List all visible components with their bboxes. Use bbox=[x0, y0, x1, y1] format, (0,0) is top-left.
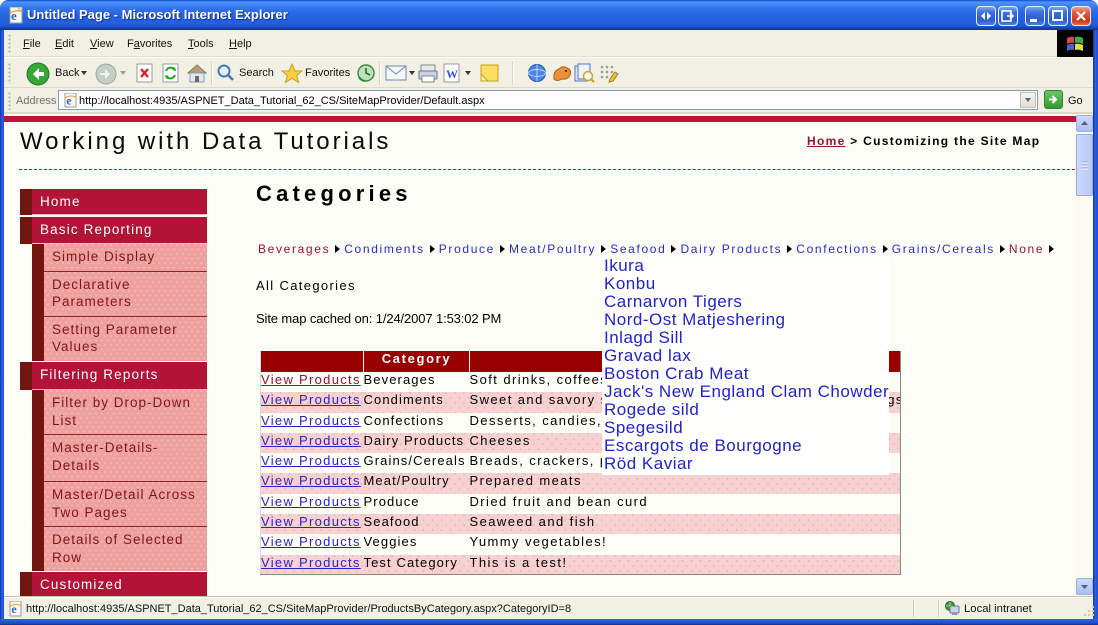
svg-text:W: W bbox=[446, 67, 458, 81]
